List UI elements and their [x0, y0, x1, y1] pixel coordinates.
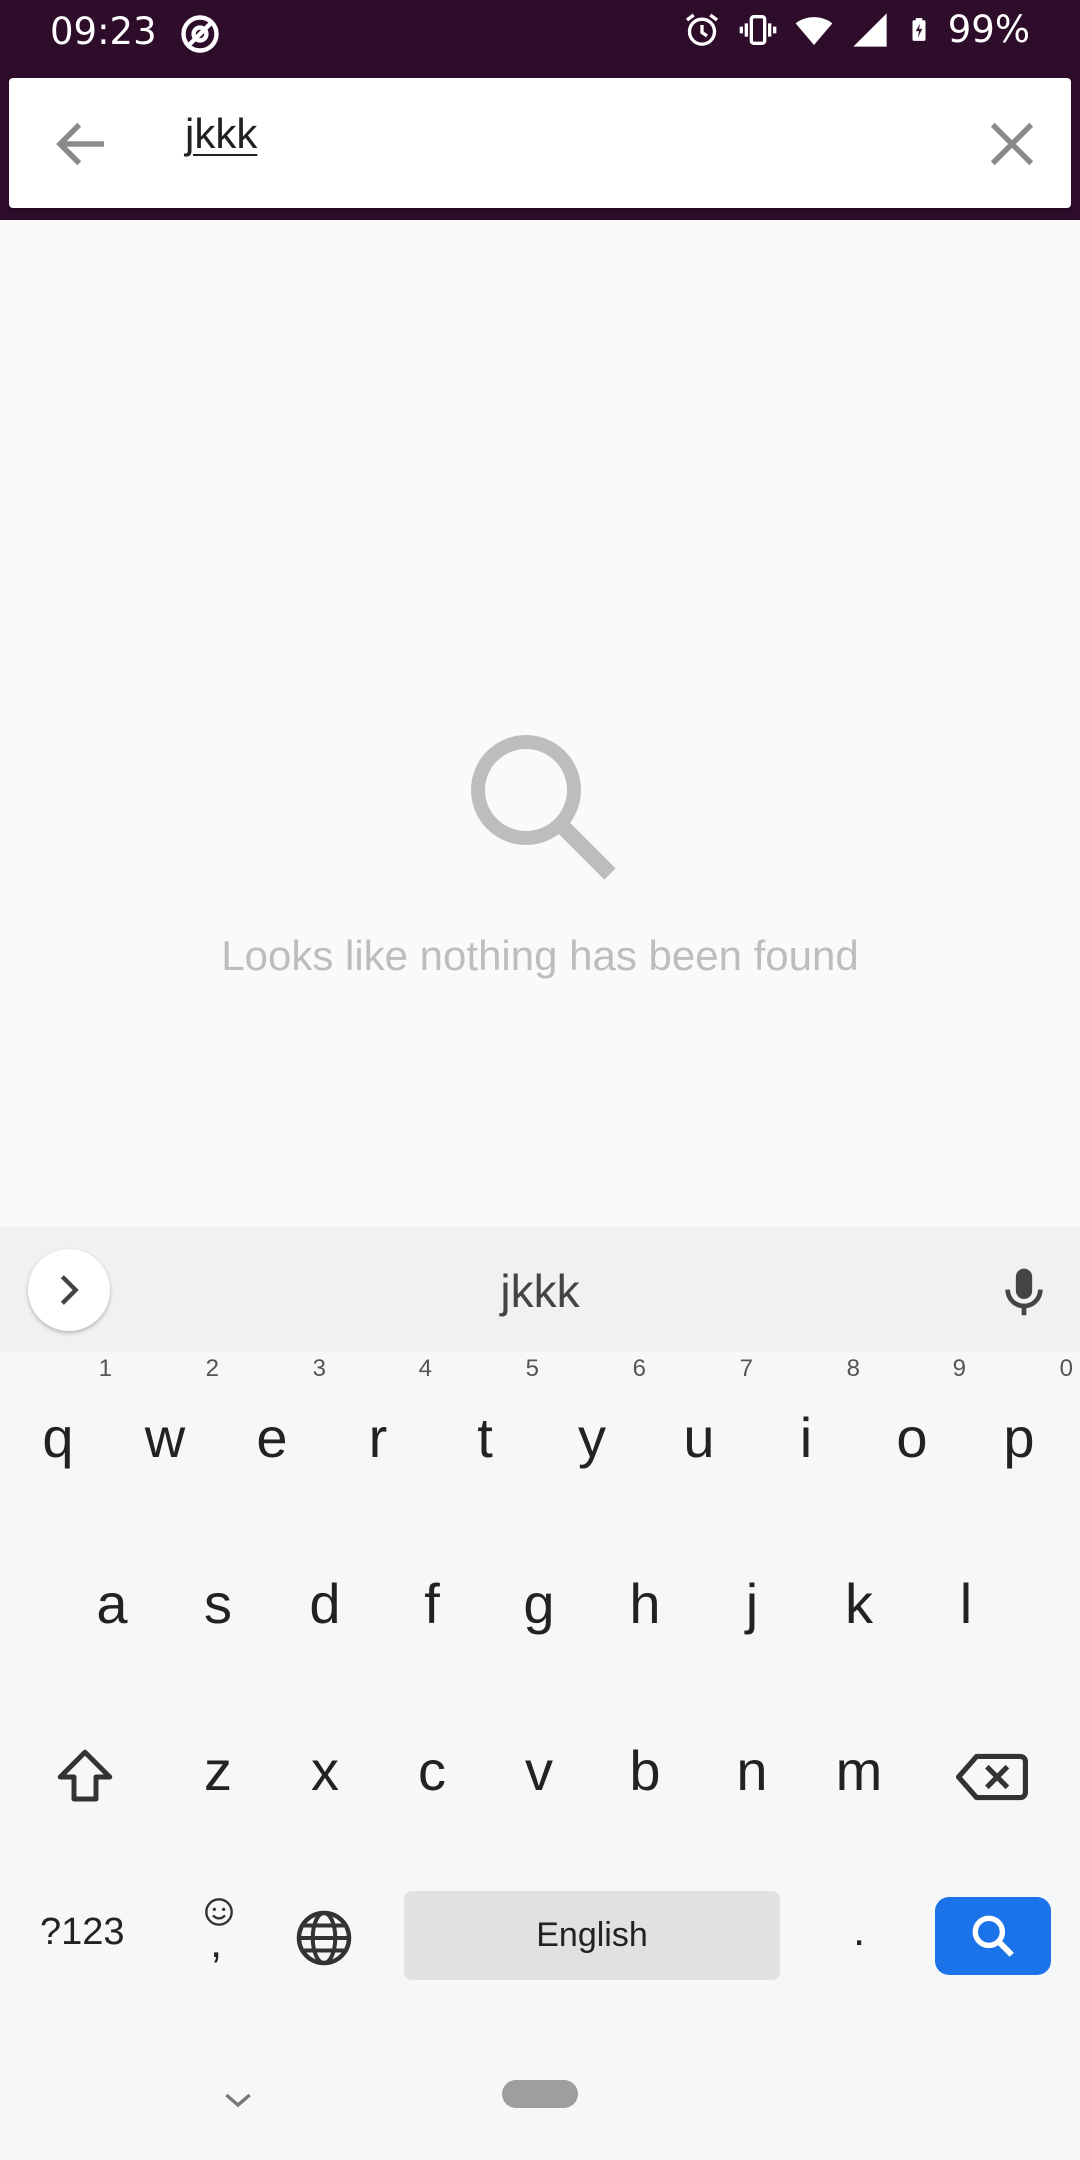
battery-percentage: 99%: [947, 8, 1030, 51]
key-m[interactable]: m: [831, 1738, 887, 1803]
key-hint: 9: [952, 1355, 966, 1382]
search-action-key[interactable]: [935, 1897, 1051, 1975]
key-label: y: [578, 1406, 606, 1469]
key-hint: 5: [525, 1355, 539, 1382]
key-x[interactable]: x: [297, 1738, 353, 1803]
key-label: q: [42, 1406, 74, 1469]
key-c[interactable]: c: [404, 1738, 460, 1803]
status-icons: 99%: [682, 8, 1030, 51]
search-icon: [471, 735, 616, 880]
key-label: w: [144, 1406, 186, 1469]
suggestion-strip: jkkk: [0, 1226, 1080, 1352]
at-icon: [181, 15, 219, 53]
key-h[interactable]: h: [617, 1571, 673, 1636]
key-a[interactable]: a: [84, 1571, 140, 1636]
key-label: p: [1003, 1406, 1035, 1469]
key-t[interactable]: t5: [457, 1355, 539, 1470]
period-key[interactable]: .: [853, 1906, 865, 1956]
key-z[interactable]: z: [190, 1738, 246, 1803]
key-e[interactable]: e3: [244, 1355, 326, 1470]
search-input[interactable]: jkkk: [185, 110, 257, 158]
status-time: 09:23: [50, 10, 157, 53]
suggestion-word[interactable]: jkkk: [0, 1264, 1080, 1318]
globe-icon[interactable]: [294, 1908, 354, 1968]
close-icon[interactable]: [979, 111, 1045, 177]
backspace-icon[interactable]: [956, 1746, 1028, 1808]
search-bar[interactable]: jkkk: [9, 78, 1071, 208]
search-icon: [972, 1915, 1014, 1957]
key-label: i: [799, 1406, 813, 1469]
vibrate-icon: [739, 14, 777, 45]
key-s[interactable]: s: [190, 1571, 246, 1636]
wifi-icon: [795, 16, 833, 45]
key-k[interactable]: k: [831, 1571, 887, 1636]
key-r[interactable]: r4: [350, 1355, 432, 1470]
key-label: t: [477, 1406, 493, 1469]
key-hint: 8: [846, 1355, 860, 1382]
key-label: r: [368, 1406, 388, 1469]
shift-icon[interactable]: [52, 1744, 118, 1810]
key-label: o: [896, 1406, 928, 1469]
space-key[interactable]: English: [404, 1891, 780, 1980]
key-hint: 1: [98, 1355, 112, 1382]
key-i[interactable]: i8: [778, 1355, 860, 1470]
key-n[interactable]: n: [724, 1738, 780, 1803]
key-hint: 2: [205, 1355, 219, 1382]
key-j[interactable]: j: [724, 1571, 780, 1636]
key-label: u: [683, 1406, 715, 1469]
key-f[interactable]: f: [404, 1571, 460, 1636]
key-label: e: [256, 1406, 288, 1469]
signal-icon: [853, 12, 887, 47]
symbols-key[interactable]: ?123: [40, 1911, 125, 1954]
back-arrow-icon[interactable]: [49, 111, 115, 177]
key-hint: 0: [1059, 1355, 1073, 1382]
key-q[interactable]: q1: [30, 1355, 112, 1470]
key-l[interactable]: l: [938, 1571, 994, 1636]
status-bar: 09:23 99%: [0, 0, 1080, 66]
chevron-down-icon[interactable]: [218, 2080, 258, 2120]
key-u[interactable]: u7: [671, 1355, 753, 1470]
key-d[interactable]: d: [297, 1571, 353, 1636]
key-o[interactable]: o9: [884, 1355, 966, 1470]
comma-key[interactable]: ,: [210, 1918, 222, 1968]
key-hint: 7: [739, 1355, 753, 1382]
key-v[interactable]: v: [511, 1738, 567, 1803]
microphone-icon[interactable]: [996, 1264, 1052, 1320]
navigation-handle[interactable]: [502, 2080, 578, 2108]
soft-keyboard: jkkk q1 w2 e3 r4 t5 y6 u7 i8 o9 p0 a s d…: [0, 1226, 1080, 2160]
alarm-icon: [685, 13, 718, 46]
key-hint: 6: [632, 1355, 646, 1382]
key-g[interactable]: g: [511, 1571, 567, 1636]
key-y[interactable]: y6: [564, 1355, 646, 1470]
battery-charging-icon: [912, 17, 926, 41]
key-hint: 3: [312, 1355, 326, 1382]
empty-state-message: Looks like nothing has been found: [221, 932, 859, 979]
key-hint: 4: [418, 1355, 432, 1382]
key-w[interactable]: w2: [137, 1355, 219, 1470]
key-b[interactable]: b: [617, 1738, 673, 1803]
key-p[interactable]: p0: [991, 1355, 1073, 1470]
